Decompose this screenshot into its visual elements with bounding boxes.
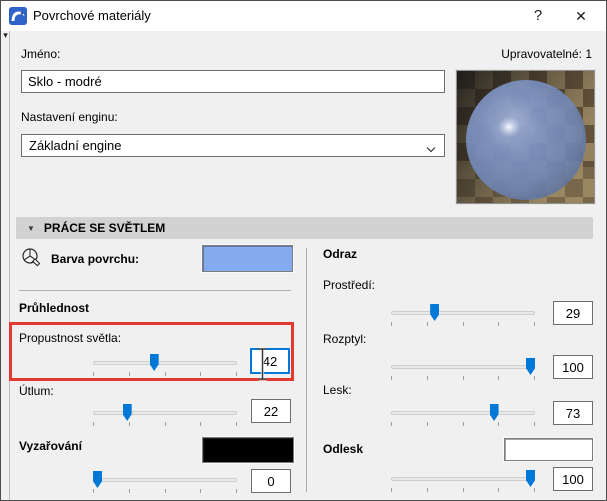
slider-track[interactable] bbox=[93, 361, 237, 365]
transmittance-input[interactable] bbox=[250, 348, 290, 374]
shininess-input[interactable] bbox=[553, 401, 593, 425]
engine-dropdown-value: Základní engine bbox=[29, 138, 122, 153]
slider-thumb[interactable] bbox=[149, 354, 159, 371]
help-button[interactable]: ? bbox=[521, 1, 555, 31]
specular-color-swatch[interactable] bbox=[504, 438, 593, 461]
section-collapse-icon: ▼ bbox=[27, 223, 35, 233]
slider-track[interactable] bbox=[391, 411, 535, 415]
slider-ticks bbox=[93, 372, 237, 376]
close-button[interactable]: ✕ bbox=[564, 1, 598, 31]
attenuation-slider[interactable] bbox=[93, 404, 237, 422]
ambient-label: Prostředí: bbox=[323, 278, 376, 292]
specular-slider[interactable] bbox=[391, 470, 535, 488]
transparency-title: Průhlednost bbox=[19, 301, 90, 315]
title-bar: Povrchové materiály ? ✕ bbox=[1, 1, 606, 31]
slider-track[interactable] bbox=[93, 411, 237, 415]
slider-thumb[interactable] bbox=[526, 358, 535, 375]
slider-track[interactable] bbox=[391, 365, 535, 369]
emission-slider[interactable] bbox=[93, 471, 237, 489]
emission-color-swatch[interactable] bbox=[202, 437, 294, 463]
slider-thumb[interactable] bbox=[489, 404, 499, 421]
attenuation-label: Útlum: bbox=[19, 384, 54, 398]
diffuse-label: Rozptyl: bbox=[323, 332, 367, 346]
slider-track[interactable] bbox=[93, 478, 237, 482]
transmittance-slider[interactable] bbox=[93, 354, 237, 372]
section-header-light[interactable]: ▼ PRÁCE SE SVĚTLEM bbox=[16, 217, 593, 239]
shininess-label: Lesk: bbox=[323, 383, 352, 397]
slider-ticks bbox=[391, 488, 535, 492]
slider-ticks bbox=[93, 422, 237, 426]
slider-thumb[interactable] bbox=[93, 471, 102, 488]
slider-thumb[interactable] bbox=[430, 304, 440, 321]
section-title: PRÁCE SE SVĚTLEM bbox=[43, 221, 166, 235]
slider-ticks bbox=[391, 422, 535, 426]
name-label: Jméno: bbox=[21, 47, 61, 61]
ambient-slider[interactable] bbox=[391, 304, 535, 322]
emission-label: Vyzařování bbox=[19, 439, 82, 453]
slider-ticks bbox=[93, 489, 237, 493]
window-title: Povrchové materiály bbox=[33, 8, 151, 23]
editable-count-label: Upravovatelné: 1 bbox=[501, 47, 592, 61]
material-preview[interactable] bbox=[456, 70, 595, 204]
engine-settings-label: Nastavení enginu: bbox=[21, 110, 118, 124]
slider-thumb[interactable] bbox=[122, 404, 132, 421]
slider-ticks bbox=[391, 376, 535, 380]
surface-color-icon bbox=[21, 247, 45, 272]
panel-edge-divider bbox=[9, 31, 10, 500]
emission-input[interactable] bbox=[251, 469, 291, 493]
diffuse-slider[interactable] bbox=[391, 358, 535, 376]
surface-color-swatch[interactable] bbox=[202, 245, 293, 272]
slider-track[interactable] bbox=[391, 477, 535, 481]
vertical-divider bbox=[306, 248, 307, 492]
transmittance-label: Propustnost světla: bbox=[19, 331, 122, 345]
horizontal-divider bbox=[19, 290, 291, 291]
specular-input[interactable] bbox=[553, 467, 593, 491]
slider-ticks bbox=[391, 322, 535, 326]
ambient-input[interactable] bbox=[553, 301, 593, 325]
slider-thumb[interactable] bbox=[526, 470, 535, 487]
surface-materials-dialog: Povrchové materiály ? ✕ ▾ Jméno: Upravov… bbox=[0, 0, 607, 501]
app-icon bbox=[9, 7, 27, 25]
surface-color-label: Barva povrchu: bbox=[51, 252, 140, 266]
slider-track[interactable] bbox=[391, 311, 535, 315]
panel-collapse-icon[interactable]: ▾ bbox=[1, 30, 10, 40]
chevron-down-icon bbox=[426, 142, 436, 156]
reflection-title: Odraz bbox=[323, 247, 358, 261]
engine-dropdown[interactable]: Základní engine bbox=[21, 134, 445, 157]
shininess-slider[interactable] bbox=[391, 404, 535, 422]
specular-label: Odlesk bbox=[323, 442, 364, 456]
attenuation-input[interactable] bbox=[251, 399, 291, 423]
diffuse-input[interactable] bbox=[553, 355, 593, 379]
name-input[interactable] bbox=[21, 70, 445, 93]
